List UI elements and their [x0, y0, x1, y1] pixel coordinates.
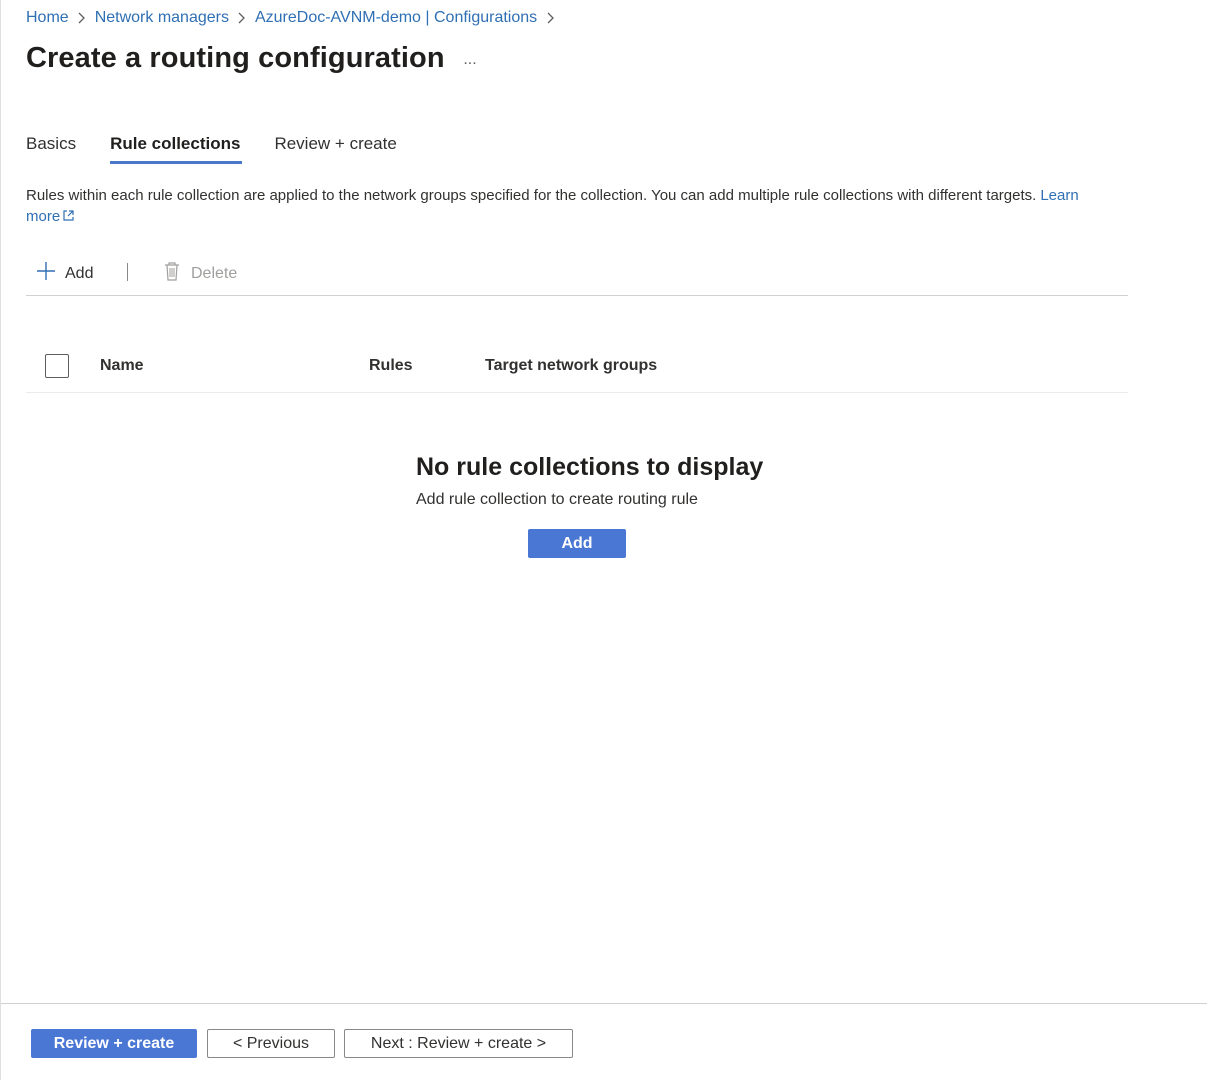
breadcrumb: Home Network managers AzureDoc-AVNM-demo… [26, 9, 563, 27]
chevron-right-icon [69, 9, 95, 27]
chevron-right-icon [229, 9, 255, 27]
breadcrumb-network-managers[interactable]: Network managers [95, 9, 229, 27]
tab-basics[interactable]: Basics [26, 134, 76, 164]
description-text: Rules within each rule collection are ap… [26, 187, 1037, 204]
footer: Review + create < Previous Next : Review… [1, 1003, 1207, 1080]
column-header-target-network-groups[interactable]: Target network groups [485, 357, 657, 375]
external-link-icon [60, 208, 75, 225]
empty-state-subtitle: Add rule collection to create routing ru… [416, 491, 698, 508]
more-options-icon[interactable]: ... [459, 50, 481, 70]
empty-state-add-button[interactable]: Add [528, 529, 626, 558]
command-bar: Add Delete [26, 258, 1128, 296]
tab-review-create[interactable]: Review + create [274, 134, 396, 164]
tab-rule-collections[interactable]: Rule collections [110, 134, 243, 164]
delete-button-label: Delete [191, 264, 238, 282]
delete-button[interactable]: Delete [163, 261, 237, 286]
chevron-right-icon [537, 9, 563, 27]
column-header-name[interactable]: Name [100, 357, 144, 375]
next-review-create-button[interactable]: Next : Review + create > [344, 1029, 573, 1058]
breadcrumb-home[interactable]: Home [26, 9, 69, 27]
table-header: Name Rules Target network groups [26, 340, 1128, 393]
trash-icon [163, 261, 181, 286]
empty-state-title: No rule collections to display [416, 453, 764, 481]
page-title: Create a routing configuration [26, 42, 445, 74]
description: Rules within each rule collection are ap… [26, 185, 1086, 227]
add-button[interactable]: Add [36, 261, 93, 286]
add-button-label: Add [65, 264, 94, 282]
select-all-checkbox[interactable] [45, 354, 69, 378]
column-header-rules[interactable]: Rules [369, 357, 413, 375]
tab-bar: Basics Rule collections Review + create [26, 134, 431, 164]
toolbar-divider [127, 263, 128, 281]
review-create-button[interactable]: Review + create [31, 1029, 197, 1058]
previous-button[interactable]: < Previous [207, 1029, 335, 1058]
plus-icon [36, 261, 56, 286]
breadcrumb-configurations[interactable]: AzureDoc-AVNM-demo | Configurations [255, 9, 537, 27]
page: Home Network managers AzureDoc-AVNM-demo… [0, 0, 1207, 1080]
